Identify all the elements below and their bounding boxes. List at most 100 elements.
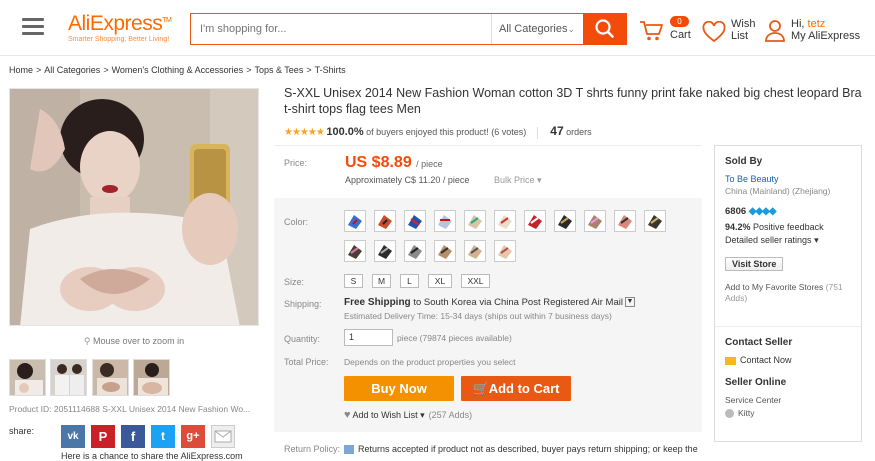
breadcrumb-tops-tees[interactable]: Tops & Tees bbox=[254, 65, 303, 75]
size-option[interactable]: S bbox=[344, 274, 363, 288]
vk-icon[interactable]: vk bbox=[61, 425, 85, 448]
logo-tm: TM bbox=[162, 17, 172, 24]
add-to-wishlist[interactable]: ♥ Add to Wish List ▾ (257 Adds) bbox=[344, 409, 472, 421]
size-option[interactable]: XXL bbox=[461, 274, 490, 288]
color-label: Color: bbox=[284, 217, 309, 227]
color-swatch[interactable] bbox=[644, 210, 666, 232]
size-option[interactable]: M bbox=[372, 274, 391, 288]
search-button[interactable] bbox=[583, 13, 627, 45]
product-main-image[interactable] bbox=[9, 88, 259, 326]
breadcrumb-all-categories[interactable]: All Categories bbox=[44, 65, 100, 75]
thumbnail[interactable] bbox=[133, 359, 170, 396]
username[interactable]: tetz bbox=[808, 18, 826, 30]
color-swatch[interactable] bbox=[584, 210, 606, 232]
color-swatch[interactable] bbox=[464, 210, 486, 232]
agent-name: Kitty bbox=[738, 408, 755, 418]
breadcrumb-t-shirts[interactable]: T-Shirts bbox=[315, 65, 346, 75]
store-link[interactable]: To Be Beauty bbox=[725, 174, 779, 184]
quantity-note: piece (79874 pieces available) bbox=[397, 333, 512, 343]
thumbnail[interactable] bbox=[50, 359, 87, 396]
shipping-method: to South Korea via China Post Registered… bbox=[413, 297, 623, 308]
visit-store-button[interactable]: Visit Store bbox=[725, 257, 784, 271]
detailed-ratings-link[interactable]: Detailed seller ratings ▾ bbox=[725, 235, 819, 246]
cart-icon bbox=[640, 21, 663, 41]
buy-now-button[interactable]: Buy Now bbox=[344, 376, 454, 401]
email-icon[interactable] bbox=[211, 425, 235, 448]
diamond-icon: ◆◆◆◆ bbox=[748, 206, 777, 217]
orders-label: orders bbox=[566, 127, 592, 137]
menu-icon[interactable] bbox=[22, 18, 44, 36]
greeting: Hi, bbox=[791, 18, 805, 30]
pinterest-icon[interactable]: P bbox=[91, 425, 115, 448]
add-to-cart-button[interactable]: 🛒Add to Cart bbox=[461, 376, 571, 401]
size-option[interactable]: XL bbox=[428, 274, 452, 288]
logo[interactable]: AliExpressTM Smarter Shopping, Better Li… bbox=[68, 12, 172, 43]
twitter-icon[interactable]: t bbox=[151, 425, 175, 448]
zoom-hint-text: Mouse over to zoom in bbox=[93, 336, 185, 346]
heart-icon bbox=[702, 21, 726, 43]
account-link[interactable]: Hi, tetz My AliExpress bbox=[764, 16, 874, 46]
add-favorite-store[interactable]: Add to My Favorite Stores (751 Adds) bbox=[725, 282, 857, 304]
breadcrumb-home[interactable]: Home bbox=[9, 65, 33, 75]
facebook-icon[interactable]: f bbox=[121, 425, 145, 448]
breadcrumb-separator: > bbox=[103, 65, 109, 75]
size-label: Size: bbox=[284, 277, 305, 287]
cart-label: Cart bbox=[670, 29, 691, 41]
rating-summary: ★★★★★ 100.0% of buyers enjoyed this prod… bbox=[284, 124, 592, 139]
favorite-label: Add to My Favorite Stores bbox=[725, 282, 824, 292]
color-swatch[interactable] bbox=[344, 210, 366, 232]
logo-tagline: Smarter Shopping, Better Living! bbox=[68, 36, 170, 43]
color-swatch[interactable] bbox=[494, 210, 516, 232]
shipping-info: Free Shipping to South Korea via China P… bbox=[344, 297, 635, 308]
return-policy-text: Returns accepted if product not as descr… bbox=[358, 444, 698, 454]
wish-label-1: Wish bbox=[731, 18, 756, 30]
return-icon bbox=[344, 445, 354, 455]
breadcrumb-womens-clothing[interactable]: Women's Clothing & Accessories bbox=[112, 65, 244, 75]
price: US $8.89 / piece bbox=[345, 154, 443, 172]
positive-feedback: 94.2% Positive feedback bbox=[725, 222, 824, 232]
color-swatch[interactable] bbox=[614, 210, 636, 232]
breadcrumb: Home > All Categories > Women's Clothing & A… bbox=[9, 65, 346, 75]
total-price-label: Total Price: bbox=[284, 357, 329, 367]
price-section: Price: US $8.89 / piece Approximately C$… bbox=[274, 145, 702, 195]
feedback-percent: 94.2% bbox=[725, 222, 751, 232]
contact-seller-title: Contact Seller bbox=[725, 337, 793, 348]
product-id: Product ID: 2051114688 S-XXL Unisex 2014… bbox=[9, 404, 251, 414]
color-swatch[interactable] bbox=[374, 210, 396, 232]
thumbnail[interactable] bbox=[92, 359, 129, 396]
add-wishlist-label: Add to Wish List bbox=[352, 410, 418, 420]
category-select[interactable]: All Categories ⌄ bbox=[491, 14, 583, 44]
color-swatch[interactable] bbox=[344, 240, 366, 262]
color-swatch[interactable] bbox=[554, 210, 576, 232]
color-swatch[interactable] bbox=[464, 240, 486, 262]
chevron-down-icon: ⌄ bbox=[567, 24, 575, 34]
color-swatch[interactable] bbox=[374, 240, 396, 262]
size-option[interactable]: L bbox=[400, 274, 419, 288]
envelope-icon bbox=[725, 356, 736, 365]
search-input[interactable] bbox=[191, 14, 491, 44]
color-swatch[interactable] bbox=[434, 240, 456, 262]
thumbnail[interactable] bbox=[9, 359, 46, 396]
rating-text[interactable]: of buyers enjoyed this product! (6 votes… bbox=[366, 127, 526, 137]
wishlist-link[interactable]: Wish List bbox=[702, 16, 762, 46]
breadcrumb-separator: > bbox=[246, 65, 252, 75]
contact-now-link[interactable]: Contact Now bbox=[725, 355, 792, 365]
zoom-hint: ⚲ Mouse over to zoom in bbox=[9, 336, 259, 347]
bulk-price-dropdown[interactable]: Bulk Price ▾ bbox=[494, 175, 542, 186]
service-center: Service Center bbox=[725, 395, 782, 405]
color-swatch[interactable] bbox=[524, 210, 546, 232]
google-plus-icon[interactable]: g+ bbox=[181, 425, 205, 448]
cart-link[interactable]: 0 Cart bbox=[638, 16, 698, 46]
seller-score: 6806 ◆◆◆◆ bbox=[725, 206, 777, 217]
share-note: Here is a chance to share the AliExpress… bbox=[61, 451, 243, 461]
color-swatch[interactable] bbox=[494, 240, 516, 262]
logo-text: AliExpress bbox=[68, 12, 163, 35]
quantity-input[interactable]: 1 bbox=[344, 329, 393, 346]
color-swatch[interactable] bbox=[404, 240, 426, 262]
shipping-label: Shipping: bbox=[284, 299, 322, 309]
color-swatch[interactable] bbox=[434, 210, 456, 232]
chat-agent[interactable]: Kitty bbox=[725, 408, 755, 419]
seller-location: China (Mainland) (Zhejiang) bbox=[725, 186, 831, 196]
color-swatch[interactable] bbox=[404, 210, 426, 232]
shipping-dropdown-icon[interactable]: ▼ bbox=[624, 297, 635, 308]
